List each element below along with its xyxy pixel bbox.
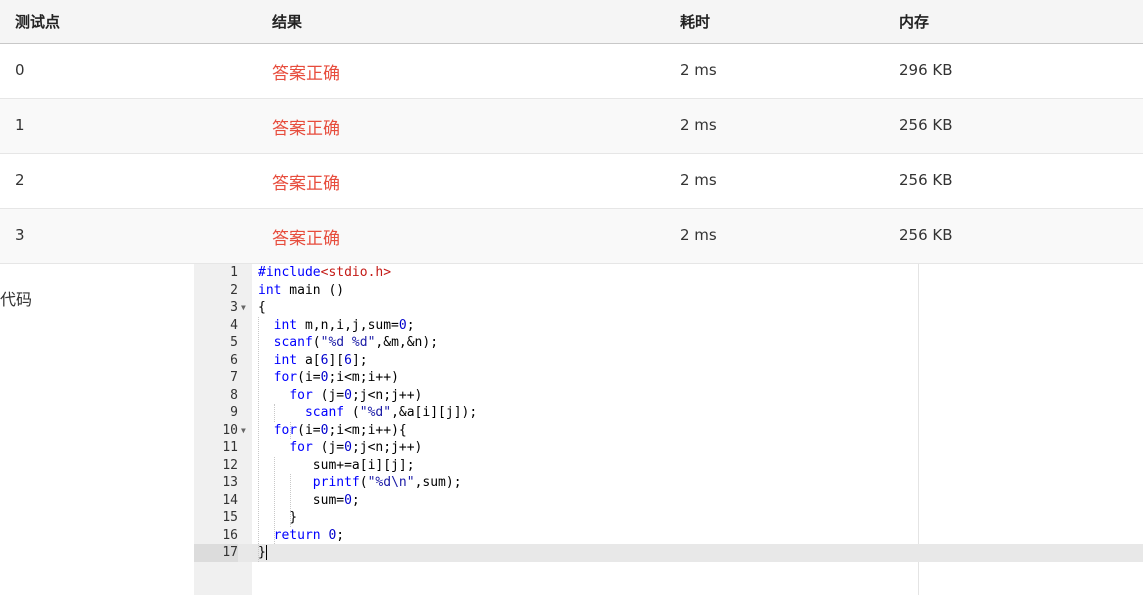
code-text: for (j=0;j<n;j++) xyxy=(289,440,423,455)
code-text: } xyxy=(258,510,298,525)
code-text: sum+=a[i][j]; xyxy=(258,457,415,473)
code-line[interactable]: 5 scanf("%d %d",&m,&n); xyxy=(194,334,1143,352)
code-text: printf("%d\n",sum); xyxy=(312,475,462,490)
test-point-cell: 0 xyxy=(15,61,25,79)
line-number: 16 xyxy=(222,527,238,543)
code-editor[interactable]: 1 #include<stdio.h> 2 int main () 3 ▼{4 int m… xyxy=(194,264,1143,595)
results-table: 测试点 结果 耗时 内存 0 答案正确 2 ms 296 KB 1 答案正确 2… xyxy=(0,0,1143,264)
table-row: 1 答案正确 2 ms 256 KB xyxy=(0,99,1143,154)
code-line[interactable]: 17} xyxy=(194,544,1143,562)
code-text: int main () xyxy=(258,282,345,298)
line-number: 8 xyxy=(230,387,238,403)
code-label: 代码 xyxy=(0,290,33,309)
line-number: 3 xyxy=(230,300,238,315)
time-cell: 2 ms xyxy=(680,61,717,79)
code-text: scanf("%d %d",&m,&n); xyxy=(273,335,439,350)
code-line[interactable]: 3 ▼ { xyxy=(194,299,1143,317)
result-cell: 答案正确 xyxy=(272,229,340,249)
line-number: 15 xyxy=(222,510,238,525)
code-text: int a[6][6]; xyxy=(273,352,368,368)
test-point-cell: 3 xyxy=(15,226,25,244)
code-text: int m,n,i,j,sum=0; xyxy=(273,317,415,333)
memory-cell: 256 KB xyxy=(899,226,953,244)
line-number: 1 xyxy=(230,265,238,280)
text-cursor xyxy=(265,545,267,560)
code-line[interactable]: 2 int main () xyxy=(194,282,1143,300)
time-cell: 2 ms xyxy=(680,226,717,244)
table-row: 0 答案正确 2 ms 296 KB xyxy=(0,44,1143,99)
line-number: 11 xyxy=(222,440,238,455)
line-number: 7 xyxy=(230,370,238,385)
code-line[interactable]: 4 int m,n,i,j,sum=0; xyxy=(194,317,1143,335)
line-number: 9 xyxy=(230,405,238,420)
code-text: } xyxy=(258,545,267,560)
line-number: 17 xyxy=(194,544,238,562)
code-line[interactable]: 6 int a[6][6]; xyxy=(194,352,1143,370)
fold-arrow-icon[interactable]: ▼ xyxy=(241,422,246,440)
indent-guide xyxy=(258,316,259,562)
line-number: 6 xyxy=(230,352,238,368)
code-text: for(i=0;i<m;i++){ xyxy=(273,422,407,438)
indent-guide xyxy=(290,421,291,439)
result-cell: 答案正确 xyxy=(272,64,340,84)
code-text: #include<stdio.h> xyxy=(258,265,392,280)
test-point-cell: 2 xyxy=(15,171,25,189)
memory-cell: 256 KB xyxy=(899,171,953,189)
indent-guide xyxy=(290,474,291,527)
line-number: 5 xyxy=(230,335,238,350)
line-number: 2 xyxy=(230,282,238,298)
table-header: 测试点 结果 耗时 内存 xyxy=(0,0,1143,44)
line-number: 10 xyxy=(222,422,238,438)
header-time: 耗时 xyxy=(680,13,711,31)
code-line[interactable]: 11 for (j=0;j<n;j++) xyxy=(194,439,1143,457)
test-point-cell: 1 xyxy=(15,116,25,134)
time-cell: 2 ms xyxy=(680,171,717,189)
time-cell: 2 ms xyxy=(680,116,717,134)
line-number: 12 xyxy=(222,457,238,473)
indent-guide xyxy=(274,456,275,544)
header-result: 结果 xyxy=(272,13,303,31)
code-line[interactable]: 15 } xyxy=(194,509,1143,527)
table-row: 2 答案正确 2 ms 256 KB xyxy=(0,154,1143,209)
memory-cell: 296 KB xyxy=(899,61,953,79)
result-cell: 答案正确 xyxy=(272,119,340,139)
table-row: 3 答案正确 2 ms 256 KB xyxy=(0,209,1143,264)
code-line[interactable]: 13 printf("%d\n",sum); xyxy=(194,474,1143,492)
code-text: for (j=0;j<n;j++) xyxy=(289,387,423,403)
code-line[interactable]: 16 return 0; xyxy=(194,527,1143,545)
code-line[interactable]: 14 sum=0; xyxy=(194,492,1143,510)
indent-guide xyxy=(274,404,275,422)
code-line[interactable]: 1 #include<stdio.h> xyxy=(194,264,1143,282)
code-text: { xyxy=(258,300,266,315)
memory-cell: 256 KB xyxy=(899,116,953,134)
code-line[interactable]: 10 ▼ for(i=0;i<m;i++){ xyxy=(194,422,1143,440)
fold-arrow-icon[interactable]: ▼ xyxy=(241,299,246,317)
code-text: scanf ("%d",&a[i][j]); xyxy=(304,405,478,420)
code-line[interactable]: 9 scanf ("%d",&a[i][j]); xyxy=(194,404,1143,422)
code-line[interactable]: 8 for (j=0;j<n;j++) xyxy=(194,387,1143,405)
result-cell: 答案正确 xyxy=(272,174,340,194)
header-memory: 内存 xyxy=(899,13,930,31)
line-number: 13 xyxy=(222,475,238,490)
line-number: 14 xyxy=(222,492,238,508)
code-text: for(i=0;i<m;i++) xyxy=(273,370,399,385)
line-number: 4 xyxy=(230,317,238,333)
code-line[interactable]: 7 for(i=0;i<m;i++) xyxy=(194,369,1143,387)
header-test-point: 测试点 xyxy=(15,13,61,31)
code-text: return 0; xyxy=(273,527,345,543)
code-line[interactable]: 12 sum+=a[i][j]; xyxy=(194,457,1143,475)
